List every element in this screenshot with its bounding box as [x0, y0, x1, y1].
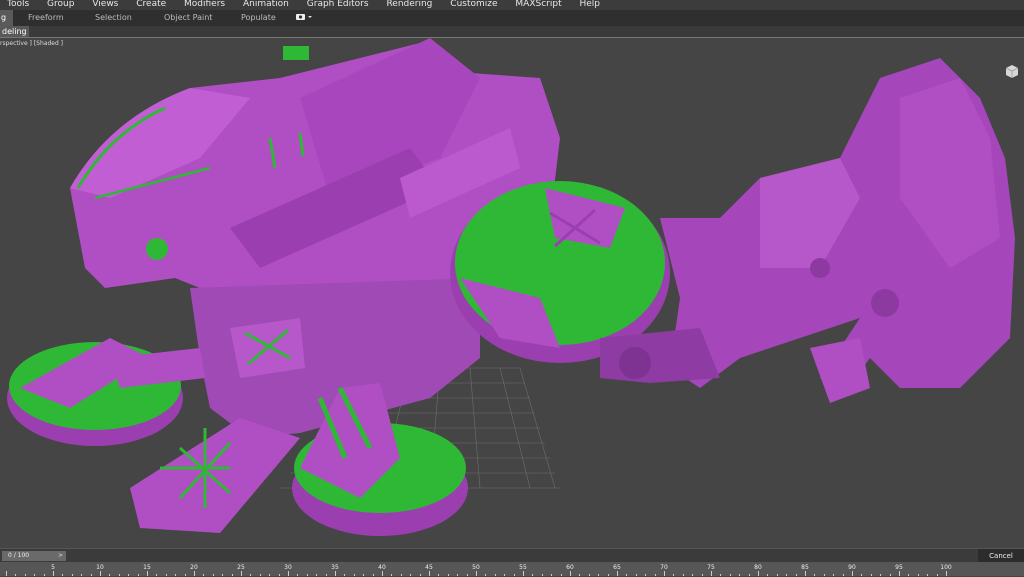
- scene-canvas: [7, 38, 1015, 536]
- ribbon-dropdown-button[interactable]: [295, 13, 313, 23]
- modeling-panel-label[interactable]: deling: [0, 26, 29, 37]
- chevron-down-icon: [308, 16, 312, 18]
- model-arm: [600, 58, 1015, 403]
- ruler-label: 55: [519, 564, 527, 571]
- ruler-tick: [53, 571, 54, 576]
- cancel-expert-mode-button[interactable]: Cancel Expert: [978, 549, 1024, 574]
- ruler-label: 90: [848, 564, 856, 571]
- ruler-label: 5: [51, 564, 55, 571]
- ruler-label: 40: [378, 564, 386, 571]
- tab-selection[interactable]: Selection: [95, 13, 132, 22]
- ruler-label: 30: [284, 564, 292, 571]
- menu-help[interactable]: Help: [579, 0, 600, 9]
- ruler-tick: [899, 571, 900, 576]
- ruler-tick: [664, 571, 665, 576]
- ruler-tick: [946, 571, 947, 576]
- model-left-disc: [7, 338, 205, 446]
- ruler-tick: [288, 571, 289, 576]
- ruler-tick: [6, 571, 7, 576]
- menu-animation[interactable]: Animation: [243, 0, 289, 9]
- ribbon-tabs: g Freeform Selection Object Paint Popula…: [0, 10, 1024, 26]
- ruler-label: 35: [331, 564, 339, 571]
- time-slider-label: 0 / 100: [8, 552, 30, 559]
- ruler-tick: [147, 571, 148, 576]
- menu-modifiers[interactable]: Modifiers: [184, 0, 225, 9]
- ruler-tick: [241, 571, 242, 576]
- chevron-right-icon[interactable]: >: [58, 551, 63, 561]
- menu-rendering[interactable]: Rendering: [386, 0, 432, 9]
- model-bottom-panel: [130, 418, 300, 533]
- ruler-label: 95: [895, 564, 903, 571]
- ruler-label: 10: [96, 564, 104, 571]
- ruler-tick: [852, 571, 853, 576]
- track-bar-ruler[interactable]: 5 10 15 20 25 30 35 40 45 50 55 60 65 70…: [0, 562, 1024, 576]
- ruler-label: 45: [425, 564, 433, 571]
- ruler-label: 75: [707, 564, 715, 571]
- time-slider[interactable]: 0 / 100 >: [2, 551, 66, 561]
- ruler-label: 70: [660, 564, 668, 571]
- ruler-tick: [382, 571, 383, 576]
- ruler-label: 85: [801, 564, 809, 571]
- menu-maxscript[interactable]: MAXScript: [515, 0, 561, 9]
- menu-views[interactable]: Views: [92, 0, 118, 9]
- viewcube-icon[interactable]: [1002, 62, 1020, 80]
- ruler-tick: [523, 571, 524, 576]
- ruler-label: 25: [237, 564, 245, 571]
- ruler-tick: [711, 571, 712, 576]
- time-slider-bar: 0 / 100 > Cancel Expert: [0, 548, 1024, 574]
- ruler-label: 20: [190, 564, 198, 571]
- ruler-tick: [194, 571, 195, 576]
- ruler-label: 50: [472, 564, 480, 571]
- perspective-viewport[interactable]: rspective ] [Shaded ]: [0, 38, 1024, 548]
- ruler-tick: [617, 571, 618, 576]
- camera-icon: [296, 14, 312, 20]
- ruler-tick: [429, 571, 430, 576]
- ruler-label: 65: [613, 564, 621, 571]
- ruler-tick: [570, 571, 571, 576]
- ruler-tick: [100, 571, 101, 576]
- ruler-label: 15: [143, 564, 151, 571]
- ruler-label: 60: [566, 564, 574, 571]
- ruler-label: 100: [940, 564, 952, 571]
- ruler-tick: [476, 571, 477, 576]
- ruler-tick: [335, 571, 336, 576]
- menu-bar: Tools Group Views Create Modifiers Anima…: [0, 0, 1024, 10]
- menu-customize[interactable]: Customize: [450, 0, 497, 9]
- menu-graph-editors[interactable]: Graph Editors: [307, 0, 369, 9]
- modeling-subribbon: deling: [0, 26, 1024, 38]
- ruler-tick: [758, 571, 759, 576]
- tab-modeling[interactable]: g: [0, 10, 13, 26]
- tab-object-paint[interactable]: Object Paint: [164, 13, 212, 22]
- tab-populate[interactable]: Populate: [241, 13, 276, 22]
- menu-create[interactable]: Create: [136, 0, 166, 9]
- tab-freeform[interactable]: Freeform: [28, 13, 64, 22]
- menu-tools[interactable]: Tools: [7, 0, 29, 9]
- menu-group[interactable]: Group: [47, 0, 74, 9]
- ruler-tick: [805, 571, 806, 576]
- ruler-label: 80: [754, 564, 762, 571]
